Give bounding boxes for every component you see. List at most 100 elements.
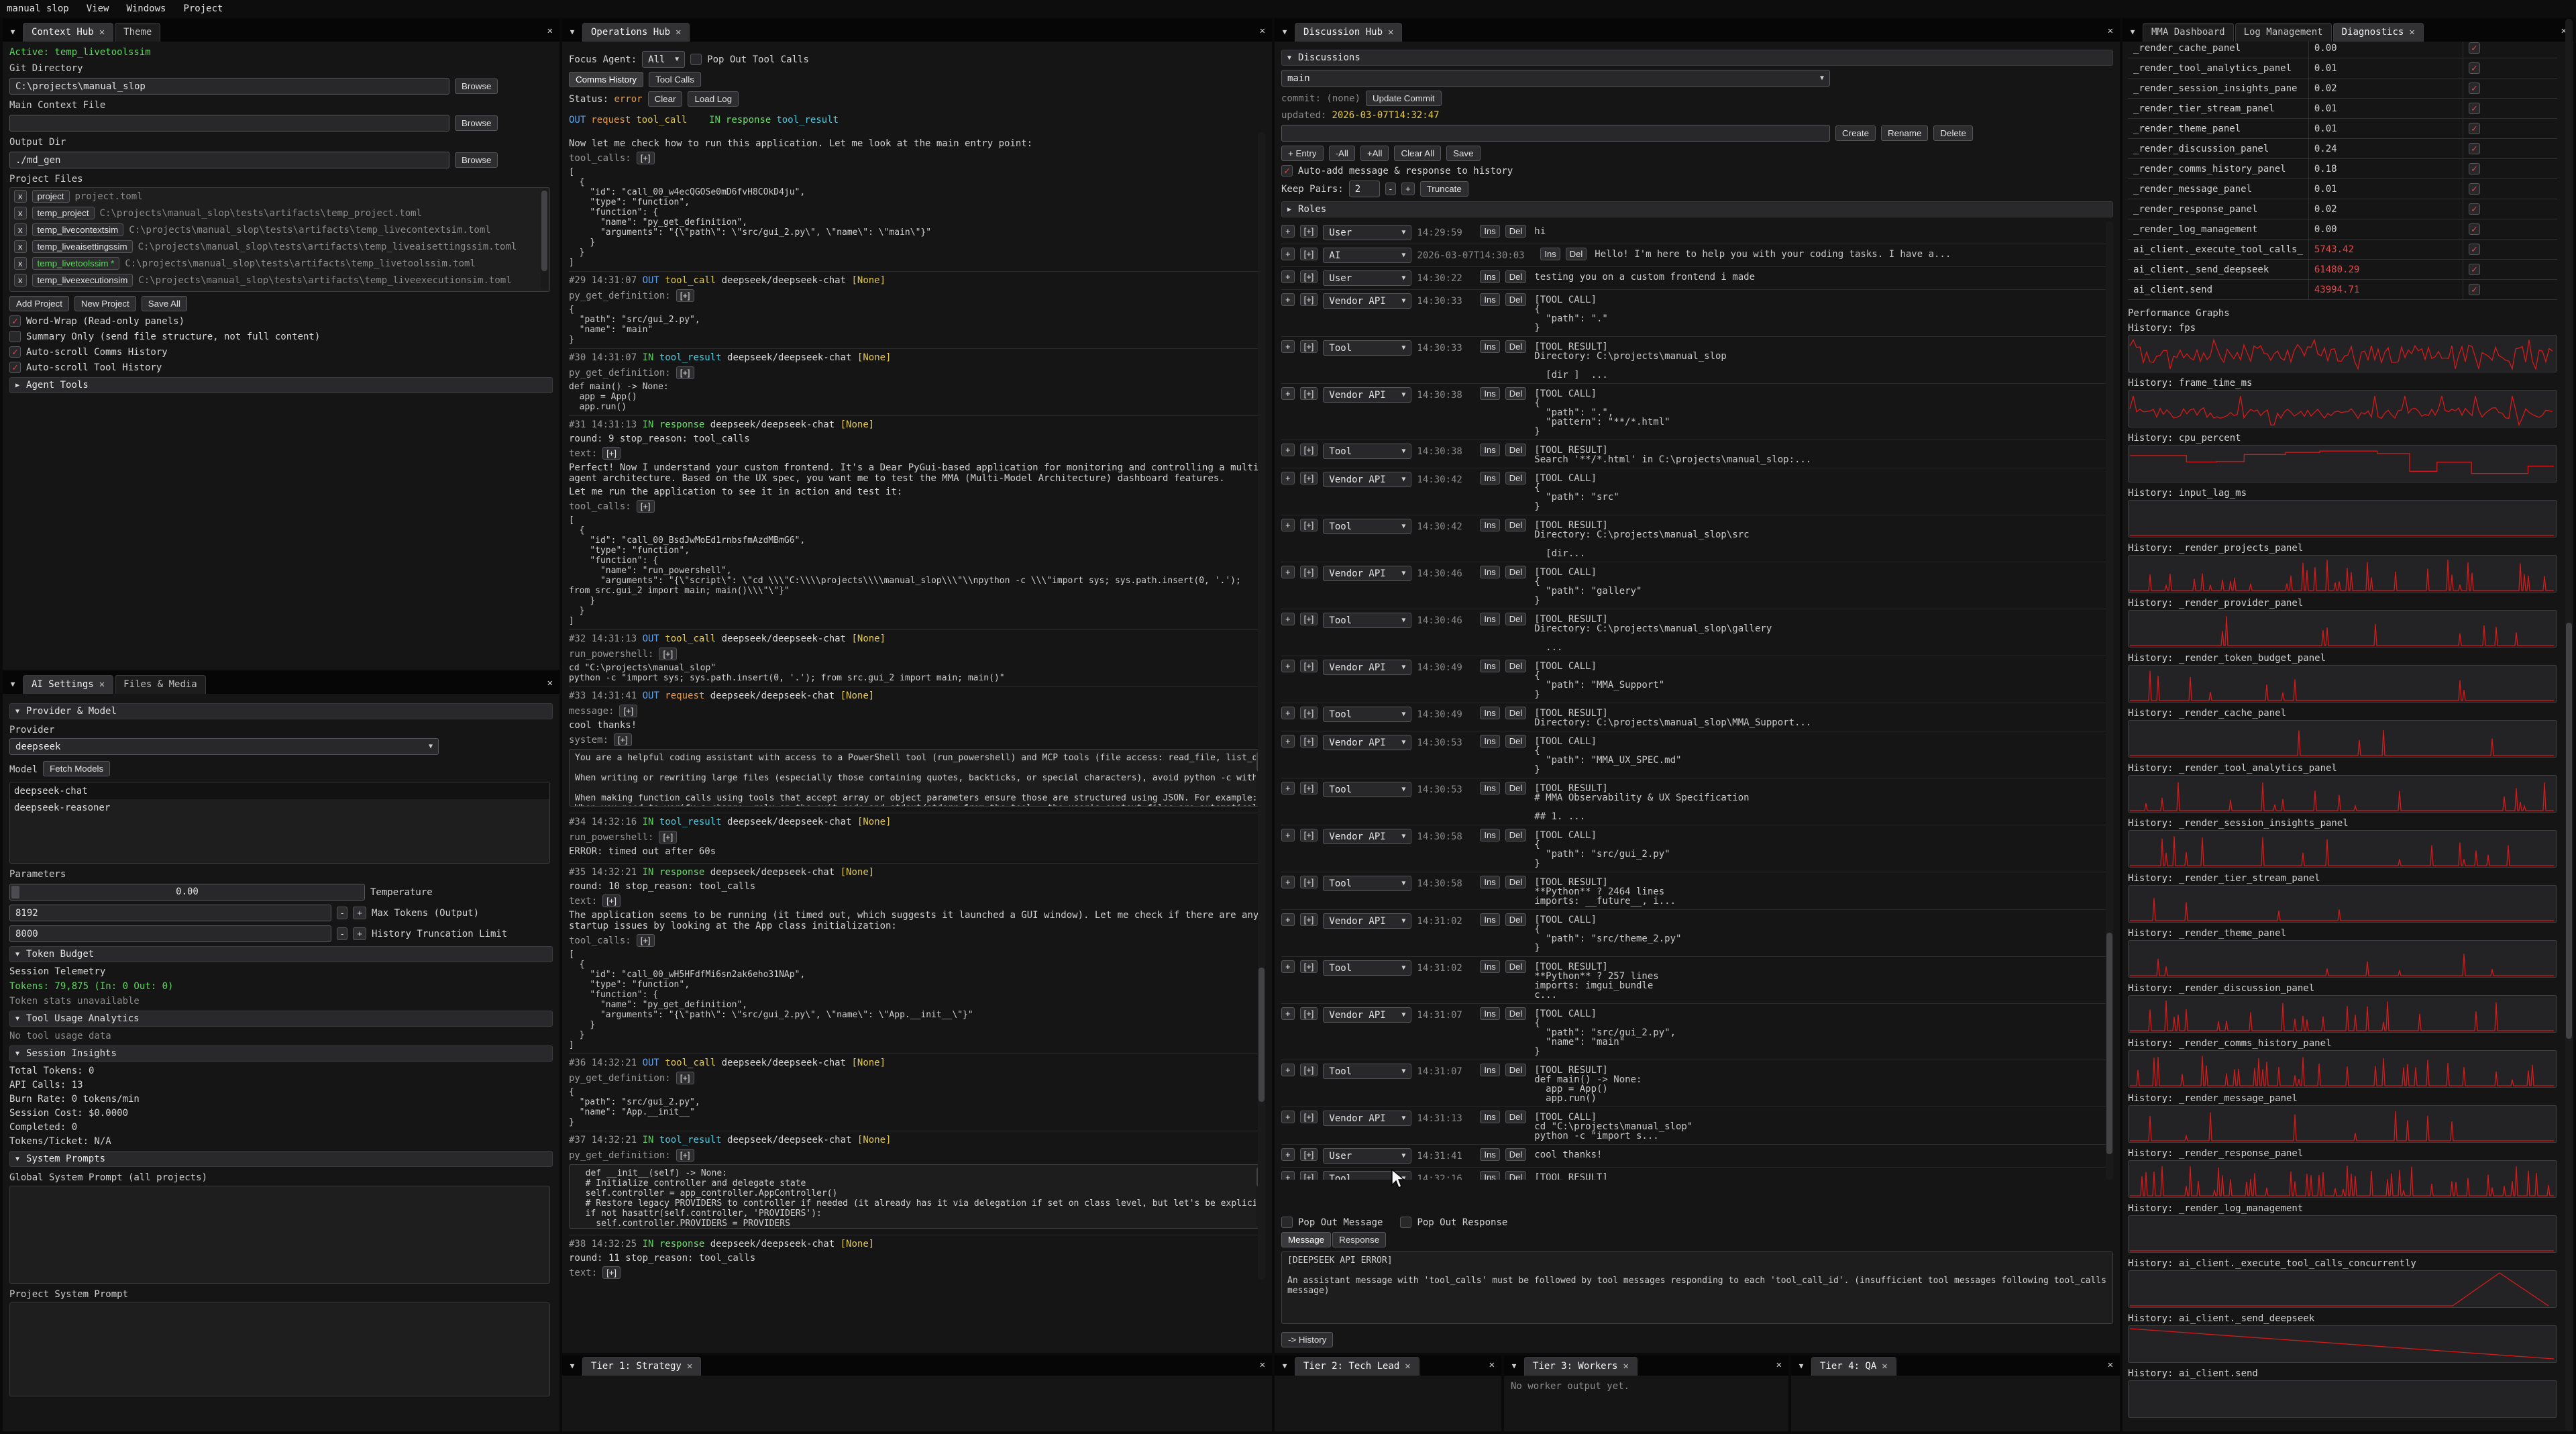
- focus-agent-combo[interactable]: All▼: [642, 51, 685, 68]
- expand-button[interactable]: [+]: [614, 733, 632, 746]
- project-file-row[interactable]: xtemp_projectC:\projects\manual_slop\tes…: [10, 205, 549, 221]
- tool-usage-header[interactable]: ▼Tool Usage Analytics: [9, 1011, 553, 1027]
- tab-context-hub[interactable]: Context Hub✕: [23, 23, 113, 42]
- entry-role-combo[interactable]: Tool▼: [1323, 876, 1411, 891]
- entry-add-button[interactable]: +: [1281, 444, 1295, 456]
- project-file-row[interactable]: xtemp_livecontextsimC:\projects\manual_s…: [10, 221, 549, 238]
- entry-expand-button[interactable]: [+]: [1300, 613, 1318, 625]
- expand-button[interactable]: [+]: [619, 705, 637, 717]
- button-create[interactable]: Create: [1835, 125, 1876, 141]
- diag-checkbox[interactable]: ✓: [2469, 264, 2480, 275]
- entry-add-button[interactable]: +: [1281, 960, 1295, 973]
- remove-file-button[interactable]: x: [14, 207, 27, 219]
- collapse-icon[interactable]: ▼: [1276, 23, 1293, 40]
- diag-scroll-thumb[interactable]: [2566, 623, 2572, 1039]
- button-clear-all[interactable]: Clear All: [1394, 146, 1441, 161]
- entry-role-combo[interactable]: Tool▼: [1323, 613, 1411, 628]
- entry-role-combo[interactable]: User▼: [1323, 1148, 1411, 1164]
- entry-ins-button[interactable]: Ins: [1480, 270, 1499, 283]
- entry-del-button[interactable]: Del: [1505, 340, 1527, 353]
- truncate-button[interactable]: Truncate: [1420, 181, 1468, 197]
- project-files-scroll-thumb[interactable]: [541, 191, 547, 271]
- entry-del-button[interactable]: Del: [1505, 829, 1527, 841]
- tab-theme[interactable]: Theme: [115, 23, 160, 42]
- collapse-icon[interactable]: ▼: [564, 1357, 581, 1374]
- close-tab-icon[interactable]: ✕: [99, 679, 105, 690]
- close-tab-icon[interactable]: ✕: [687, 1361, 692, 1372]
- tab-operations-hub[interactable]: Operations Hub✕: [582, 23, 690, 42]
- expand-button[interactable]: [+]: [602, 894, 621, 907]
- entry-expand-button[interactable]: [+]: [1300, 782, 1318, 795]
- expand-button[interactable]: [+]: [676, 366, 694, 379]
- autoadd-checkbox[interactable]: ✓: [1281, 165, 1293, 176]
- entry-expand-button[interactable]: [+]: [1300, 444, 1318, 456]
- token-budget-header[interactable]: ▼Token Budget: [9, 946, 553, 962]
- entry-add-button[interactable]: +: [1281, 1007, 1295, 1020]
- project-file-row[interactable]: xtemp_liveaisettingssimC:\projects\manua…: [10, 238, 549, 255]
- keep-pairs-plus[interactable]: +: [1401, 183, 1415, 195]
- expand-button[interactable]: [+]: [676, 1072, 694, 1084]
- diag-checkbox[interactable]: ✓: [2469, 203, 2480, 215]
- entry-del-button[interactable]: Del: [1505, 387, 1527, 400]
- entry-del-button[interactable]: Del: [1505, 707, 1527, 719]
- entry-expand-button[interactable]: [+]: [1300, 293, 1318, 306]
- remove-file-button[interactable]: x: [14, 274, 27, 287]
- checkbox-auto-scroll-[interactable]: ✓: [9, 346, 21, 358]
- collapse-icon[interactable]: ▼: [564, 23, 581, 40]
- history-limit-minus-button[interactable]: -: [337, 927, 347, 940]
- max-tokens-minus-button[interactable]: -: [337, 907, 347, 919]
- entry-role-combo[interactable]: Tool▼: [1323, 960, 1411, 976]
- entry-role-combo[interactable]: Vendor API▼: [1323, 1111, 1411, 1126]
- expand-button[interactable]: [+]: [602, 447, 621, 460]
- entry-ins-button[interactable]: Ins: [1480, 293, 1499, 306]
- expand-button[interactable]: [+]: [637, 500, 655, 513]
- ops-scrollbar[interactable]: [1258, 132, 1265, 1280]
- entry-role-combo[interactable]: AI▼: [1323, 248, 1411, 263]
- menu-item-Project[interactable]: Project: [183, 3, 223, 14]
- entry-add-button[interactable]: +: [1281, 1111, 1295, 1123]
- entry-del-button[interactable]: Del: [1505, 566, 1527, 578]
- field-input-git-directory[interactable]: C:\projects\manual_slop: [9, 78, 449, 95]
- entry-add-button[interactable]: +: [1281, 913, 1295, 926]
- menu-item-View[interactable]: View: [87, 3, 109, 14]
- expand-button[interactable]: [+]: [659, 831, 677, 843]
- browse-button[interactable]: Browse: [455, 115, 498, 131]
- entry-add-button[interactable]: +: [1281, 829, 1295, 841]
- entry-role-combo[interactable]: Vendor API▼: [1323, 293, 1411, 309]
- close-tab-icon[interactable]: ✕: [1405, 1361, 1410, 1372]
- entry-del-button[interactable]: Del: [1505, 293, 1527, 306]
- entry-expand-button[interactable]: [+]: [1300, 1111, 1318, 1123]
- entry-ins-button[interactable]: Ins: [1480, 1111, 1499, 1123]
- file-tag-button[interactable]: temp_liveexecutionsim: [32, 274, 133, 287]
- discussion-scroll-thumb[interactable]: [2106, 933, 2112, 1154]
- entry-expand-button[interactable]: [+]: [1300, 387, 1318, 400]
- entry-del-button[interactable]: Del: [1505, 472, 1527, 484]
- entry-del-button[interactable]: Del: [1505, 225, 1527, 238]
- close-tab-icon[interactable]: ✕: [99, 27, 105, 38]
- collapse-icon[interactable]: ▼: [2124, 23, 2141, 40]
- entry-add-button[interactable]: +: [1281, 1064, 1295, 1076]
- entry-add-button[interactable]: +: [1281, 293, 1295, 306]
- diag-checkbox[interactable]: ✓: [2469, 42, 2480, 54]
- keep-pairs-minus[interactable]: -: [1385, 183, 1396, 195]
- entry-ins-button[interactable]: Ins: [1480, 613, 1499, 625]
- entry-add-button[interactable]: +: [1281, 248, 1295, 260]
- diag-scrollbar[interactable]: [2565, 19, 2573, 1431]
- expand-button[interactable]: [+]: [602, 1266, 621, 1279]
- entry-del-button[interactable]: Del: [1505, 782, 1527, 795]
- tab-ai-settings[interactable]: AI Settings✕: [23, 675, 113, 694]
- keep-pairs-input[interactable]: 2: [1349, 181, 1380, 197]
- project-file-row[interactable]: xtemp_liveexecutionsimC:\projects\manual…: [10, 272, 549, 289]
- diag-checkbox[interactable]: ✓: [2469, 163, 2480, 174]
- entry-del-button[interactable]: Del: [1566, 248, 1587, 260]
- close-panel-icon[interactable]: ✕: [1776, 1360, 1782, 1370]
- entry-del-button[interactable]: Del: [1505, 913, 1527, 926]
- tab-message[interactable]: Message: [1281, 1232, 1331, 1247]
- entry-ins-button[interactable]: Ins: [1480, 707, 1499, 719]
- roles-header[interactable]: ▶Roles: [1281, 201, 2113, 217]
- entry-add-button[interactable]: +: [1281, 707, 1295, 719]
- collapse-icon[interactable]: ▼: [1276, 1357, 1293, 1374]
- entry-expand-button[interactable]: [+]: [1300, 1148, 1318, 1161]
- field-input-main-context-file[interactable]: [9, 115, 449, 132]
- entry-expand-button[interactable]: [+]: [1300, 876, 1318, 888]
